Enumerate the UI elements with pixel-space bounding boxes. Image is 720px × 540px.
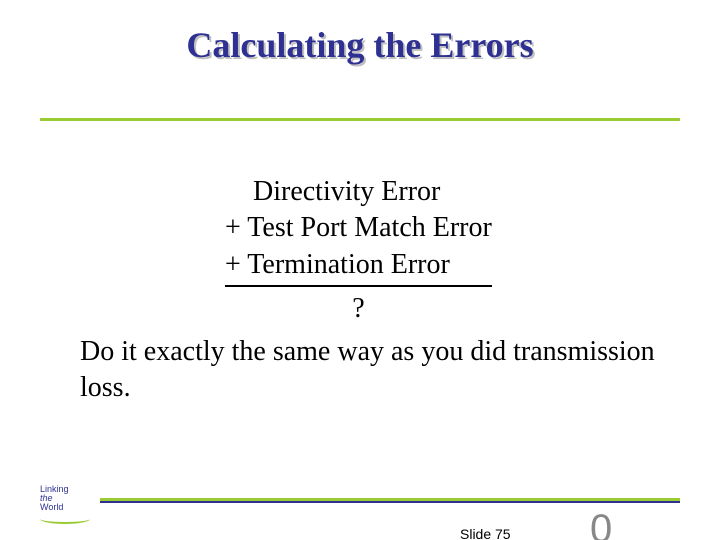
line-directivity-error: Directivity Error bbox=[225, 174, 492, 210]
logo-line3: World bbox=[40, 502, 63, 512]
divider-top bbox=[40, 118, 680, 121]
logo: Linking the World bbox=[40, 485, 90, 524]
divider-bottom-blue bbox=[100, 501, 680, 503]
content-area: Directivity Error + Test Port Match Erro… bbox=[80, 174, 660, 406]
slide-number: Slide 75 bbox=[460, 526, 511, 540]
line-test-port-match-error: + Test Port Match Error bbox=[225, 210, 492, 246]
divider-bottom bbox=[40, 498, 680, 504]
footer-big-number: 0 bbox=[590, 507, 612, 540]
line-termination-error: + Termination Error bbox=[225, 247, 492, 283]
error-addition-block: Directivity Error + Test Port Match Erro… bbox=[225, 174, 492, 328]
logo-swoosh-icon bbox=[40, 514, 90, 524]
result-question-mark: ? bbox=[225, 291, 492, 327]
slide: Calculating the Errors Directivity Error… bbox=[0, 24, 720, 540]
body-text: Do it exactly the same way as you did tr… bbox=[80, 334, 660, 407]
sum-rule bbox=[225, 285, 492, 287]
slide-title: Calculating the Errors bbox=[0, 24, 720, 66]
